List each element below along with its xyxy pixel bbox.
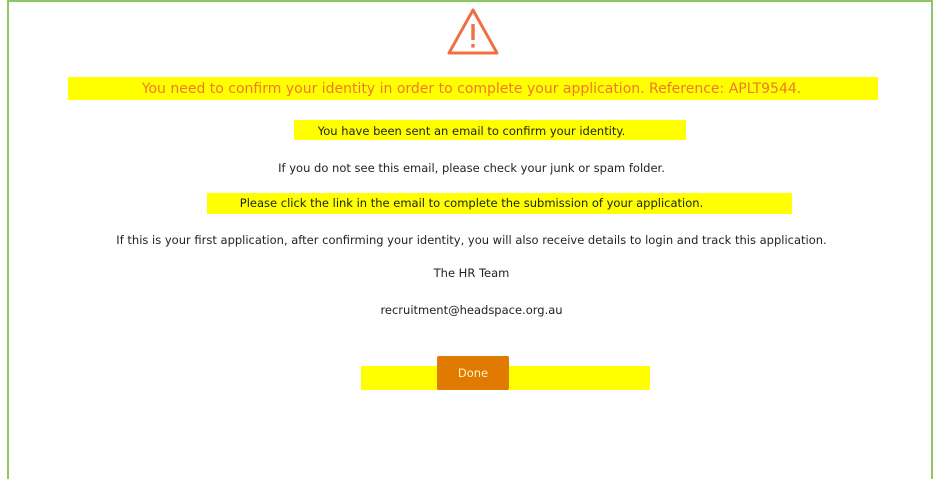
click-link-text: Please click the link in the email to co… bbox=[239, 196, 704, 210]
team-signature: The HR Team bbox=[433, 266, 510, 280]
confirmation-page: You need to confirm your identity in ord… bbox=[0, 0, 943, 479]
email-sent-text: You have been sent an email to confirm y… bbox=[317, 124, 626, 138]
first-application-text: If this is your first application, after… bbox=[116, 233, 827, 247]
contact-email: recruitment@headspace.org.au bbox=[380, 303, 563, 317]
headline-text: You need to confirm your identity in ord… bbox=[141, 81, 802, 97]
done-button[interactable]: Done bbox=[437, 356, 509, 390]
warning-triangle-icon bbox=[447, 8, 499, 55]
junk-notice-text: If you do not see this email, please che… bbox=[278, 161, 665, 175]
